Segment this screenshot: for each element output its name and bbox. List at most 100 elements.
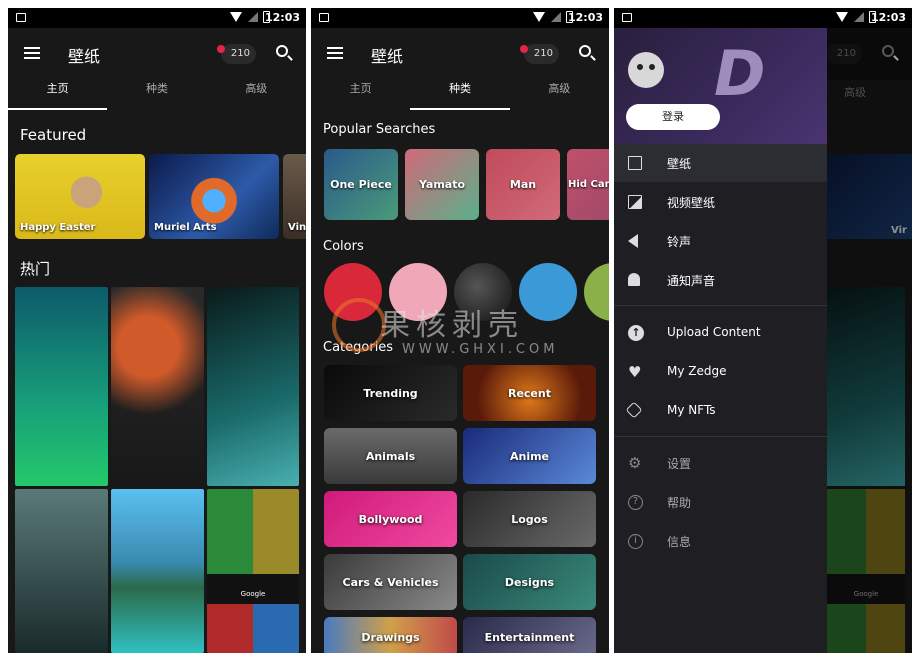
tab-home[interactable]: 主页	[8, 80, 108, 110]
wallpaper-segment	[207, 604, 253, 653]
screen-home: 12:03 壁纸 210 主页 种类 高级 Featured Happy Eas…	[8, 8, 306, 653]
wallpaper-segment	[253, 604, 299, 653]
popular-tile-man[interactable]: Man	[486, 149, 560, 220]
google-wallpaper-thumb[interactable]: Google	[207, 489, 299, 653]
screen-drawer: 12:03 210 高级 Vir Google D 登录 壁纸 视频壁纸 铃声	[614, 8, 912, 653]
color-swatch-green[interactable]	[584, 263, 609, 321]
menu-icon[interactable]	[327, 47, 343, 59]
featured-card-label: Muriel Arts	[154, 222, 217, 233]
wallpaper-thumb[interactable]	[111, 287, 204, 486]
search-icon[interactable]	[276, 45, 288, 57]
popular-searches-heading: Popular Searches	[323, 122, 436, 137]
menu-icon[interactable]	[24, 47, 40, 59]
drawer-item-label: 壁纸	[667, 157, 692, 171]
category-logos[interactable]: Logos	[463, 491, 596, 547]
tab-premium[interactable]: 高级	[207, 80, 306, 110]
drawer-item-label: 设置	[667, 457, 692, 471]
featured-heading: Featured	[20, 126, 87, 144]
signal-icon	[248, 12, 258, 22]
drawer-item-my-nfts[interactable]: My NFTs	[614, 392, 827, 430]
popular-tile-yamato[interactable]: Yamato	[405, 149, 479, 220]
info-icon: i	[628, 534, 643, 549]
tab-categories[interactable]: 种类	[107, 80, 206, 110]
credits-badge[interactable]: 210	[216, 44, 256, 64]
login-button[interactable]: 登录	[626, 104, 720, 130]
color-swatch-red[interactable]	[324, 263, 382, 321]
image-notification-icon	[16, 13, 26, 22]
divider	[614, 305, 827, 306]
drawer-item-wallpapers[interactable]: 壁纸	[614, 144, 827, 182]
status-time: 12:03	[870, 11, 906, 24]
volume-icon	[628, 234, 638, 248]
featured-card-happy-easter[interactable]: Happy Easter	[15, 154, 145, 239]
category-anime[interactable]: Anime	[463, 428, 596, 484]
signal-icon	[551, 12, 561, 22]
wallpaper-thumb[interactable]	[111, 489, 204, 653]
search-icon[interactable]	[579, 45, 591, 57]
tab-home[interactable]: 主页	[311, 80, 410, 110]
drawer-item-ringtones[interactable]: 铃声	[614, 222, 827, 260]
app-title: 壁纸	[68, 47, 101, 66]
drawer-item-label: My Zedge	[667, 364, 727, 378]
category-bollywood[interactable]: Bollywood	[324, 491, 457, 547]
wallpaper-thumb[interactable]	[207, 287, 299, 486]
tab-categories[interactable]: 种类	[410, 80, 510, 110]
navigation-drawer: D 登录 壁纸 视频壁纸 铃声 通知声音 ↑ Upload Content ♥ …	[614, 28, 827, 653]
category-cars-vehicles[interactable]: Cars & Vehicles	[324, 554, 457, 610]
drawer-item-label: My NFTs	[667, 403, 716, 417]
featured-card-vin[interactable]: Vin	[283, 154, 306, 239]
status-time: 12:03	[264, 11, 300, 24]
credits-dot-icon	[519, 45, 528, 53]
status-bar: 12:03	[8, 8, 306, 28]
drawer-item-info[interactable]: i 信息	[614, 522, 827, 560]
signal-icon	[854, 12, 864, 22]
featured-card-label: Happy Easter	[20, 222, 96, 233]
categories-heading: Categories	[323, 340, 394, 355]
popular-tile-hidden-cam[interactable]: Hid Cam	[567, 149, 609, 220]
color-swatch-pink[interactable]	[389, 263, 447, 321]
google-logo: Google	[207, 574, 299, 604]
popular-tile-one-piece[interactable]: One Piece	[324, 149, 398, 220]
wallpaper-thumb[interactable]	[15, 287, 108, 486]
bell-icon	[628, 273, 640, 286]
color-swatch-black[interactable]	[454, 263, 512, 321]
drawer-item-label: 帮助	[667, 496, 692, 510]
drawer-item-video-wallpapers[interactable]: 视频壁纸	[614, 183, 827, 221]
avatar[interactable]	[628, 52, 664, 88]
drawer-item-settings[interactable]: ⚙ 设置	[614, 444, 827, 482]
drawer-item-label: Upload Content	[667, 325, 761, 339]
gear-icon: ⚙	[628, 454, 642, 472]
credits-dot-icon	[216, 45, 225, 53]
category-animals[interactable]: Animals	[324, 428, 457, 484]
heart-icon: ♥	[628, 363, 642, 381]
hot-heading: 热门	[20, 260, 51, 278]
video-icon	[628, 195, 642, 209]
wifi-icon	[533, 12, 545, 22]
wallpaper-thumb[interactable]	[15, 489, 108, 653]
credits-badge[interactable]: 210	[519, 44, 559, 64]
category-recent[interactable]: Recent	[463, 365, 596, 421]
category-designs[interactable]: Designs	[463, 554, 596, 610]
drawer-item-label: 铃声	[667, 235, 692, 249]
drawer-item-help[interactable]: ? 帮助	[614, 483, 827, 521]
category-trending[interactable]: Trending	[324, 365, 457, 421]
category-entertainment[interactable]: Entertainment	[463, 617, 596, 653]
drawer-item-notification-sounds[interactable]: 通知声音	[614, 261, 827, 299]
status-time: 12:03	[567, 11, 603, 24]
colors-heading: Colors	[323, 239, 364, 254]
category-drawings[interactable]: Drawings	[324, 617, 457, 653]
tab-premium[interactable]: 高级	[510, 80, 609, 110]
featured-card-label: Vin	[288, 222, 306, 233]
drawer-item-upload-content[interactable]: ↑ Upload Content	[614, 314, 827, 352]
zedge-logo: D	[714, 37, 766, 110]
app-bar: 壁纸 210	[8, 28, 306, 80]
image-notification-icon	[319, 13, 329, 22]
app-bar: 壁纸 210	[311, 28, 609, 80]
screen-categories: 12:03 壁纸 210 主页 种类 高级 Popular Searches O…	[311, 8, 609, 653]
color-swatch-blue[interactable]	[519, 263, 577, 321]
upload-icon: ↑	[628, 325, 644, 341]
drawer-item-label: 通知声音	[667, 274, 716, 288]
wifi-icon	[230, 12, 242, 22]
drawer-item-my-zedge[interactable]: ♥ My Zedge	[614, 353, 827, 391]
featured-card-muriel-arts[interactable]: Muriel Arts	[149, 154, 279, 239]
